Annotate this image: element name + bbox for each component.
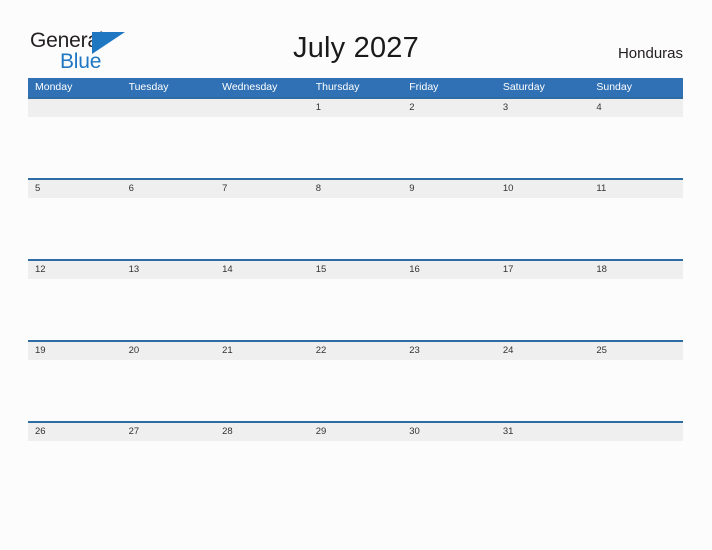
- day-of-week-thursday: Thursday: [315, 81, 360, 93]
- day-note-cell[interactable]: [309, 117, 403, 178]
- day-note-cell[interactable]: [122, 360, 216, 421]
- day-note-cell[interactable]: [589, 198, 683, 259]
- day-number[interactable]: 25: [589, 342, 683, 360]
- day-of-week-monday: Monday: [35, 81, 73, 93]
- day-number[interactable]: 26: [28, 423, 122, 441]
- day-note-cell[interactable]: [28, 441, 122, 502]
- day-number[interactable]: 24: [496, 342, 590, 360]
- day-number[interactable]: 13: [122, 261, 216, 279]
- day-note-cell[interactable]: [215, 279, 309, 340]
- page-title: July 2027: [293, 32, 419, 64]
- day-number[interactable]: 27: [122, 423, 216, 441]
- week-date-band: 19 20 21 22 23 24 25: [28, 342, 683, 360]
- day-note-cell[interactable]: [122, 117, 216, 178]
- day-number[interactable]: 6: [122, 180, 216, 198]
- day-number[interactable]: 9: [402, 180, 496, 198]
- day-number[interactable]: 16: [402, 261, 496, 279]
- day-note-cell[interactable]: [496, 360, 590, 421]
- day-note-cell[interactable]: [122, 441, 216, 502]
- day-number[interactable]: [215, 99, 309, 117]
- day-number[interactable]: 30: [402, 423, 496, 441]
- day-number[interactable]: 21: [215, 342, 309, 360]
- day-note-cell[interactable]: [402, 360, 496, 421]
- day-number[interactable]: 22: [309, 342, 403, 360]
- day-note-cell[interactable]: [589, 441, 683, 502]
- day-note-cell[interactable]: [496, 441, 590, 502]
- calendar-week-row: 1 2 3 4: [28, 97, 683, 178]
- day-note-cell[interactable]: [28, 279, 122, 340]
- day-number[interactable]: 14: [215, 261, 309, 279]
- day-number[interactable]: [28, 99, 122, 117]
- day-number[interactable]: 29: [309, 423, 403, 441]
- day-note-cell[interactable]: [28, 198, 122, 259]
- day-note-cell[interactable]: [496, 198, 590, 259]
- day-note-cell[interactable]: [215, 198, 309, 259]
- day-note-cell[interactable]: [309, 198, 403, 259]
- day-number[interactable]: 8: [309, 180, 403, 198]
- day-number[interactable]: 2: [402, 99, 496, 117]
- calendar-week-row: 12 13 14 15 16 17 18: [28, 259, 683, 340]
- calendar-grid: Monday Tuesday Wednesday Thursday Friday…: [28, 78, 683, 502]
- day-note-cell[interactable]: [122, 279, 216, 340]
- week-date-band: 12 13 14 15 16 17 18: [28, 261, 683, 279]
- day-note-cell[interactable]: [28, 360, 122, 421]
- day-note-cell[interactable]: [215, 117, 309, 178]
- day-note-cell[interactable]: [589, 117, 683, 178]
- calendar-week-row: 19 20 21 22 23 24 25: [28, 340, 683, 421]
- day-note-cell[interactable]: [589, 360, 683, 421]
- day-number[interactable]: 11: [589, 180, 683, 198]
- day-note-cell[interactable]: [496, 279, 590, 340]
- region-label: Honduras: [617, 45, 683, 62]
- calendar-week-row: 26 27 28 29 30 31: [28, 421, 683, 502]
- day-note-cell[interactable]: [122, 198, 216, 259]
- day-number[interactable]: 10: [496, 180, 590, 198]
- week-note-area: [28, 441, 683, 502]
- week-note-area: [28, 117, 683, 178]
- day-of-week-saturday: Saturday: [502, 81, 545, 93]
- week-note-area: [28, 360, 683, 421]
- week-date-band: 5 6 7 8 9 10 11: [28, 180, 683, 198]
- day-number[interactable]: 31: [496, 423, 590, 441]
- day-number[interactable]: 17: [496, 261, 590, 279]
- day-number[interactable]: [122, 99, 216, 117]
- day-note-cell[interactable]: [402, 198, 496, 259]
- day-note-cell[interactable]: [589, 279, 683, 340]
- week-date-band: 1 2 3 4: [28, 99, 683, 117]
- week-note-area: [28, 279, 683, 340]
- day-number[interactable]: 5: [28, 180, 122, 198]
- day-note-cell[interactable]: [402, 441, 496, 502]
- day-number[interactable]: 19: [28, 342, 122, 360]
- page-header: General Blue July 2027 Honduras: [0, 0, 712, 78]
- day-of-week-friday: Friday: [409, 81, 439, 93]
- day-number[interactable]: [589, 423, 683, 441]
- day-number[interactable]: 15: [309, 261, 403, 279]
- day-number[interactable]: 18: [589, 261, 683, 279]
- day-note-cell[interactable]: [215, 360, 309, 421]
- calendar-week-row: 5 6 7 8 9 10 11: [28, 178, 683, 259]
- day-note-cell[interactable]: [215, 441, 309, 502]
- day-number[interactable]: 7: [215, 180, 309, 198]
- day-number[interactable]: 28: [215, 423, 309, 441]
- day-note-cell[interactable]: [309, 441, 403, 502]
- day-note-cell[interactable]: [402, 117, 496, 178]
- day-number[interactable]: 12: [28, 261, 122, 279]
- day-of-week-header-row: Monday Tuesday Wednesday Thursday Friday…: [28, 78, 683, 97]
- day-of-week-wednesday: Wednesday: [222, 81, 278, 93]
- week-note-area: [28, 198, 683, 259]
- day-note-cell[interactable]: [496, 117, 590, 178]
- day-of-week-tuesday: Tuesday: [128, 81, 169, 93]
- week-date-band: 26 27 28 29 30 31: [28, 423, 683, 441]
- day-number[interactable]: 20: [122, 342, 216, 360]
- day-number[interactable]: 1: [309, 99, 403, 117]
- day-note-cell[interactable]: [309, 279, 403, 340]
- day-number[interactable]: 23: [402, 342, 496, 360]
- day-note-cell[interactable]: [28, 117, 122, 178]
- day-note-cell[interactable]: [309, 360, 403, 421]
- day-number[interactable]: 4: [589, 99, 683, 117]
- day-of-week-sunday: Sunday: [596, 81, 632, 93]
- day-number[interactable]: 3: [496, 99, 590, 117]
- day-note-cell[interactable]: [402, 279, 496, 340]
